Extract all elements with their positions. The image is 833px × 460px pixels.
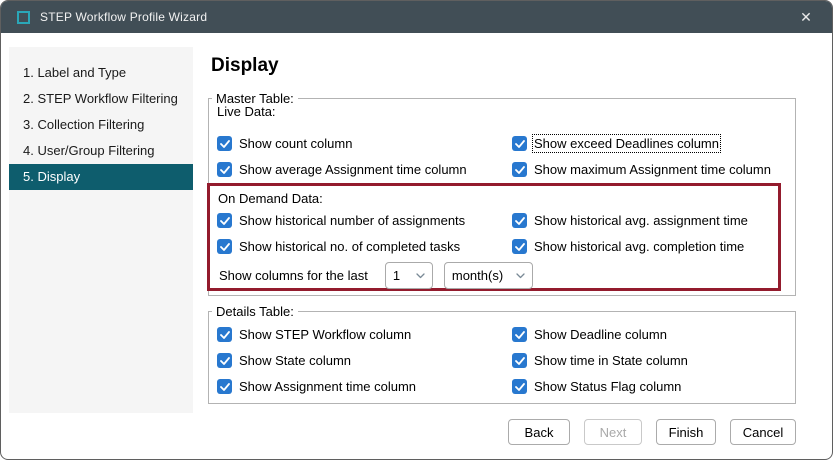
checkbox-checked-icon xyxy=(512,136,527,151)
checkbox-show-count-column[interactable]: Show count column xyxy=(217,136,512,151)
checkbox-show-historical-no-of-completed-tasks[interactable]: Show historical no. of completed tasks xyxy=(217,239,512,254)
titlebar: STEP Workflow Profile Wizard ✕ xyxy=(1,1,832,33)
master-table-legend: Master Table: xyxy=(212,91,298,106)
show-columns-label: Show columns for the last xyxy=(219,268,368,283)
sidebar-item-user-group-filtering[interactable]: 4. User/Group Filtering xyxy=(9,138,193,164)
checkbox-checked-icon xyxy=(512,353,527,368)
checkbox-checked-icon xyxy=(512,213,527,228)
checkbox-show-historical-avg-assignment-time[interactable]: Show historical avg. assignment time xyxy=(512,213,782,228)
checkbox-checked-icon xyxy=(512,162,527,177)
columns-count-select[interactable]: 1 xyxy=(385,262,433,289)
checkbox-show-state-column[interactable]: Show State column xyxy=(217,353,512,368)
columns-unit-select[interactable]: month(s) xyxy=(444,262,533,289)
sidebar-item-label-and-type[interactable]: 1. Label and Type xyxy=(9,60,193,86)
checkbox-checked-icon xyxy=(217,379,232,394)
sidebar-item-step-workflow-filtering[interactable]: 2. STEP Workflow Filtering xyxy=(9,86,193,112)
finish-button[interactable]: Finish xyxy=(656,419,716,445)
details-checkbox-grid: Show STEP Workflow column Show Deadline … xyxy=(217,327,782,394)
checkbox-checked-icon xyxy=(217,162,232,177)
wizard-footer: Back Next Finish Cancel xyxy=(508,419,796,445)
checkbox-checked-icon xyxy=(217,136,232,151)
wizard-dialog: STEP Workflow Profile Wizard ✕ 1. Label … xyxy=(0,0,833,460)
live-data-label: Live Data: xyxy=(217,104,276,119)
checkbox-checked-icon xyxy=(217,213,232,228)
wizard-steps-sidebar: 1. Label and Type 2. STEP Workflow Filte… xyxy=(9,47,193,413)
checkbox-show-average-assignment-time-column[interactable]: Show average Assignment time column xyxy=(217,162,512,177)
checkbox-show-maximum-assignment-time-column[interactable]: Show maximum Assignment time column xyxy=(512,162,782,177)
checkbox-show-exceed-deadlines-column[interactable]: Show exceed Deadlines column xyxy=(512,136,782,151)
app-icon xyxy=(17,11,30,24)
show-columns-row: Show columns for the last 1 month(s) xyxy=(219,262,533,289)
checkbox-show-time-in-state-column[interactable]: Show time in State column xyxy=(512,353,782,368)
close-icon[interactable]: ✕ xyxy=(786,1,826,33)
on-demand-checkbox-grid: Show historical number of assignments Sh… xyxy=(217,213,782,254)
details-table-legend: Details Table: xyxy=(212,304,298,319)
checkbox-checked-icon xyxy=(512,379,527,394)
checkbox-checked-icon xyxy=(512,239,527,254)
chevron-down-icon xyxy=(416,273,425,279)
cancel-button[interactable]: Cancel xyxy=(730,419,796,445)
checkbox-show-status-flag-column[interactable]: Show Status Flag column xyxy=(512,379,782,394)
sidebar-item-collection-filtering[interactable]: 3. Collection Filtering xyxy=(9,112,193,138)
columns-count-value: 1 xyxy=(393,268,400,283)
sidebar-item-display[interactable]: 5. Display xyxy=(9,164,193,190)
next-button: Next xyxy=(584,419,642,445)
checkbox-checked-icon xyxy=(217,239,232,254)
checkbox-checked-icon xyxy=(217,353,232,368)
window-title: STEP Workflow Profile Wizard xyxy=(40,10,207,24)
back-button[interactable]: Back xyxy=(508,419,570,445)
checkbox-show-assignment-time-column[interactable]: Show Assignment time column xyxy=(217,379,512,394)
columns-unit-value: month(s) xyxy=(452,268,503,283)
page-title: Display xyxy=(211,55,279,77)
checkbox-show-historical-number-of-assignments[interactable]: Show historical number of assignments xyxy=(217,213,512,228)
checkbox-show-deadline-column[interactable]: Show Deadline column xyxy=(512,327,782,342)
checkbox-show-step-workflow-column[interactable]: Show STEP Workflow column xyxy=(217,327,512,342)
checkbox-checked-icon xyxy=(512,327,527,342)
checkbox-checked-icon xyxy=(217,327,232,342)
live-data-checkbox-grid: Show count column Show exceed Deadlines … xyxy=(217,136,782,177)
checkbox-show-historical-avg-completion-time[interactable]: Show historical avg. completion time xyxy=(512,239,782,254)
chevron-down-icon xyxy=(516,273,525,279)
